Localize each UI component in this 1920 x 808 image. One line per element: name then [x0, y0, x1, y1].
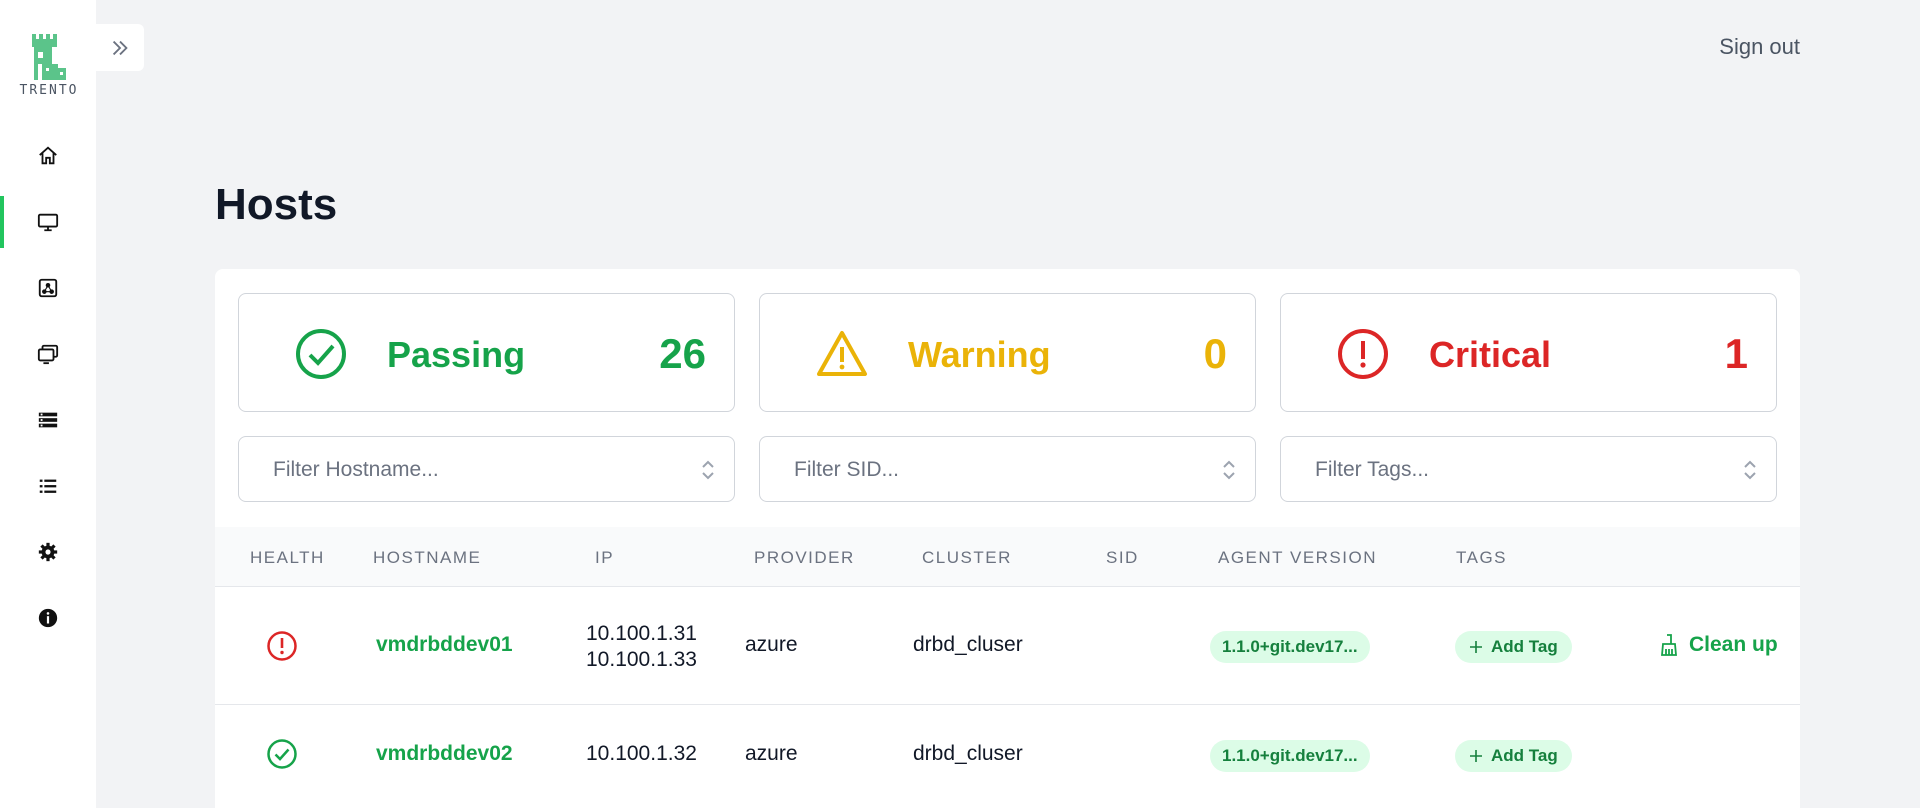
sidebar-item-clusters[interactable]: [0, 262, 96, 314]
castle-icon: [32, 34, 66, 80]
monitor-icon: [37, 213, 59, 232]
gear-icon: [38, 542, 58, 562]
plus-icon: [1470, 641, 1482, 653]
column-header-ip: IP: [595, 548, 615, 567]
chevron-up-down-icon: [1223, 460, 1235, 480]
clusters-icon: [38, 278, 58, 298]
chevron-up-down-icon: [1744, 460, 1756, 480]
sidebar-item-catalog[interactable]: [0, 460, 96, 512]
logo-text: TRENTO: [19, 83, 79, 98]
cluster-name: drbd_cluser: [913, 633, 1023, 656]
ip-address: 10.100.1.31: [586, 622, 697, 645]
list-icon: [39, 479, 57, 493]
info-icon: [38, 608, 58, 628]
column-header-hostname: HOSTNAME: [373, 548, 482, 567]
table-row: vmdrbddev01 10.100.1.31 10.100.1.33 azur…: [215, 587, 1800, 705]
agent-version-badge: 1.1.0+git.dev17...: [1210, 740, 1370, 772]
sidebar: TRENTO: [0, 0, 96, 808]
double-chevron-right-icon: [112, 40, 128, 55]
provider: azure: [745, 633, 798, 656]
column-header-agent-version: AGENT VERSION: [1218, 548, 1377, 567]
hostname-link[interactable]: vmdrbddev01: [376, 633, 513, 657]
filter-tags-placeholder: Filter Tags...: [1315, 458, 1429, 481]
table-header: HEALTH HOSTNAME IP PROVIDER CLUSTER SID …: [215, 527, 1800, 587]
critical-count: 1: [1724, 330, 1748, 377]
filter-hostname-placeholder: Filter Hostname...: [273, 458, 439, 481]
column-header-health: HEALTH: [250, 548, 325, 567]
clean-up-button[interactable]: Clean up: [1659, 633, 1778, 657]
plus-icon: [1470, 750, 1482, 762]
column-header-tags: TAGS: [1456, 548, 1508, 567]
agent-version-badge: 1.1.0+git.dev17...: [1210, 631, 1370, 663]
provider: azure: [745, 742, 798, 765]
health-critical-box[interactable]: Critical 1: [1280, 293, 1777, 412]
sidebar-item-sap-systems[interactable]: [0, 328, 96, 380]
sign-out-link[interactable]: Sign out: [1719, 34, 1800, 60]
ip-address: 10.100.1.32: [586, 742, 697, 765]
sidebar-item-databases[interactable]: [0, 394, 96, 446]
trento-logo[interactable]: TRENTO: [14, 34, 84, 98]
column-header-cluster: CLUSTER: [922, 548, 1012, 567]
filter-hostname-select[interactable]: Filter Hostname...: [238, 436, 735, 502]
sidebar-item-about[interactable]: [0, 592, 96, 644]
column-header-sid: SID: [1106, 548, 1139, 567]
column-header-provider: PROVIDER: [754, 548, 855, 567]
sidebar-item-hosts[interactable]: [0, 196, 96, 248]
broom-icon: [1661, 634, 1677, 656]
passing-count: 26: [659, 330, 706, 377]
add-tag-label: Add Tag: [1491, 746, 1558, 765]
warning-label: Warning: [908, 334, 1051, 375]
filter-tags-select[interactable]: Filter Tags...: [1280, 436, 1777, 502]
add-tag-button[interactable]: Add Tag: [1455, 740, 1572, 772]
table-row: vmdrbddev02 10.100.1.32 azure drbd_cluse…: [215, 705, 1800, 808]
warning-triangle-icon: [817, 331, 867, 376]
cluster-name: drbd_cluser: [913, 742, 1023, 765]
health-warning-box[interactable]: Warning 0: [759, 293, 1256, 412]
sidebar-item-settings[interactable]: [0, 526, 96, 578]
database-icon: [38, 412, 58, 428]
check-circle-icon: [296, 329, 346, 379]
sidebar-item-home[interactable]: [0, 130, 96, 182]
hosts-card: Passing 26 Warning 0 Critical 1 Filter H…: [215, 269, 1800, 808]
page-title: Hosts: [215, 180, 338, 229]
add-tag-label: Add Tag: [1491, 637, 1558, 656]
add-tag-button[interactable]: Add Tag: [1455, 631, 1572, 663]
critical-health-icon: [267, 631, 297, 661]
filter-sid-placeholder: Filter SID...: [794, 458, 900, 481]
warning-count: 0: [1203, 330, 1227, 377]
chevron-up-down-icon: [702, 460, 714, 480]
passing-health-icon: [267, 739, 297, 769]
critical-label: Critical: [1429, 334, 1552, 375]
clean-up-label: Clean up: [1689, 633, 1778, 656]
hostname-link[interactable]: vmdrbddev02: [376, 742, 513, 766]
exclamation-circle-icon: [1338, 329, 1388, 379]
expand-sidebar-button[interactable]: [96, 24, 144, 71]
home-icon: [39, 146, 57, 165]
filter-sid-select[interactable]: Filter SID...: [759, 436, 1256, 502]
ip-address: 10.100.1.33: [586, 648, 697, 671]
windows-icon: [37, 344, 59, 365]
health-passing-box[interactable]: Passing 26: [238, 293, 735, 412]
passing-label: Passing: [387, 334, 526, 375]
